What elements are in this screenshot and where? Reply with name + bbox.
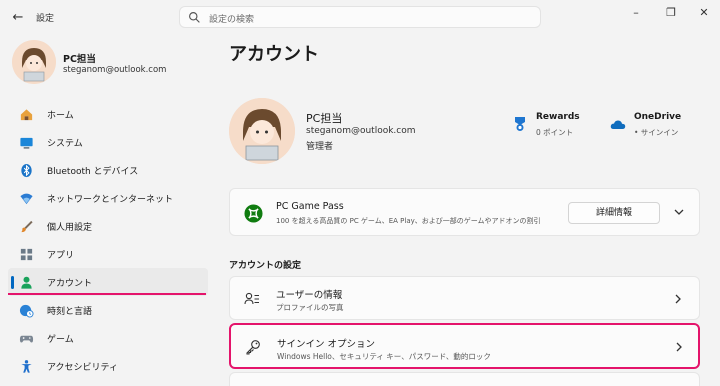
back-arrow-icon[interactable]: ← (8, 8, 28, 28)
chevron-right-icon (675, 294, 681, 304)
rewards-points: 0 ポイント (536, 128, 574, 137)
maximize-icon[interactable]: ❐ (661, 6, 681, 20)
search-placeholder: 設定の検索 (209, 15, 255, 25)
chevron-right-icon (676, 342, 682, 352)
sidebar-item-label: アプリ (47, 250, 75, 261)
sign-in-options-row[interactable]: サインイン オプション Windows Hello、セキュリティ キー、パスワー… (229, 323, 700, 369)
sidebar-item-system[interactable]: システム (8, 128, 208, 156)
bluetooth-icon (18, 162, 34, 178)
sidebar-item-label: 個人用設定 (47, 222, 93, 233)
account-name: PC担当 (306, 112, 343, 125)
search-box[interactable]: 設定の検索 (179, 6, 541, 28)
game-pass-description: 100 を超える高品質の PC ゲーム、EA Play、および一部のゲームやアド… (276, 217, 541, 225)
user-info-icon (244, 292, 259, 305)
sidebar-item-bluetooth[interactable]: Bluetooth とデバイス (8, 156, 208, 184)
profile-name: PC担当 (63, 54, 96, 65)
network-icon (18, 190, 34, 206)
close-icon[interactable]: ✕ (694, 6, 714, 20)
sidebar-item-apps[interactable]: アプリ (8, 240, 208, 268)
user-info-row[interactable]: ユーザーの情報 プロファイルの写真 (229, 276, 700, 320)
active-indicator (11, 276, 14, 289)
sidebar-item-home[interactable]: ホーム (8, 100, 208, 128)
account-email: steganom@outlook.com (306, 126, 416, 136)
game-pass-card[interactable]: PC Game Pass 100 を超える高品質の PC ゲーム、EA Play… (229, 188, 700, 236)
avatar[interactable] (12, 40, 56, 84)
highlight-underline (8, 293, 206, 295)
gaming-icon (18, 330, 34, 346)
rewards-name: Rewards (536, 112, 580, 122)
rewards-icon (515, 117, 525, 131)
xbox-icon (244, 204, 263, 223)
details-button[interactable]: 詳細情報 (568, 202, 660, 224)
sidebar-item-label: ホーム (47, 110, 74, 121)
app-title: 設定 (36, 14, 55, 24)
sidebar-item-accessibility[interactable]: アクセシビリティ (8, 352, 208, 380)
sign-in-options-subtitle: Windows Hello、セキュリティ キー、パスワード、動的ロック (277, 352, 491, 361)
sidebar-item-label: アカウント (47, 278, 93, 289)
section-heading: アカウントの設定 (229, 261, 302, 271)
sidebar-item-label: ゲーム (47, 334, 74, 345)
profile-email: steganom@outlook.com (63, 65, 167, 75)
sidebar-item-time-language[interactable]: 時刻と言語 (8, 296, 208, 324)
system-icon (18, 134, 34, 150)
sidebar-item-label: ネットワークとインターネット (47, 194, 174, 205)
sidebar-item-label: アクセシビリティ (47, 362, 119, 373)
chevron-down-icon[interactable] (672, 205, 686, 219)
onedrive-name: OneDrive (634, 112, 682, 122)
sidebar-item-account[interactable]: アカウント (8, 268, 208, 296)
minimize-icon[interactable]: – (626, 6, 646, 20)
account-avatar[interactable] (229, 98, 295, 164)
user-info-subtitle: プロファイルの写真 (276, 303, 344, 312)
key-icon (246, 340, 260, 355)
sidebar-item-network[interactable]: ネットワークとインターネット (8, 184, 208, 212)
account-role: 管理者 (306, 142, 334, 152)
title-bar: ← 設定 設定の検索 – ❐ ✕ (0, 0, 720, 34)
sidebar-item-label: 時刻と言語 (47, 306, 93, 317)
home-icon (18, 106, 34, 122)
user-info-title: ユーザーの情報 (276, 290, 343, 301)
time-language-icon (18, 302, 34, 318)
onedrive-icon (610, 120, 626, 129)
sign-in-options-title: サインイン オプション (277, 339, 376, 350)
next-settings-row[interactable] (229, 372, 700, 386)
sidebar-item-personalization[interactable]: 個人用設定 (8, 212, 208, 240)
sidebar-nav: ホーム システム Bluetooth とデバイス ネットワークとインターネット … (8, 100, 208, 380)
personalization-icon (18, 218, 34, 234)
game-pass-title: PC Game Pass (276, 201, 344, 212)
page-title: アカウント (229, 44, 319, 65)
sidebar-item-gaming[interactable]: ゲーム (8, 324, 208, 352)
onedrive-status: • サインイン (634, 128, 679, 137)
sidebar-item-label: Bluetooth とデバイス (47, 166, 139, 177)
apps-icon (18, 246, 34, 262)
search-icon (189, 12, 200, 23)
sidebar-item-label: システム (47, 138, 83, 149)
account-icon (18, 274, 34, 290)
accessibility-icon (18, 358, 34, 374)
